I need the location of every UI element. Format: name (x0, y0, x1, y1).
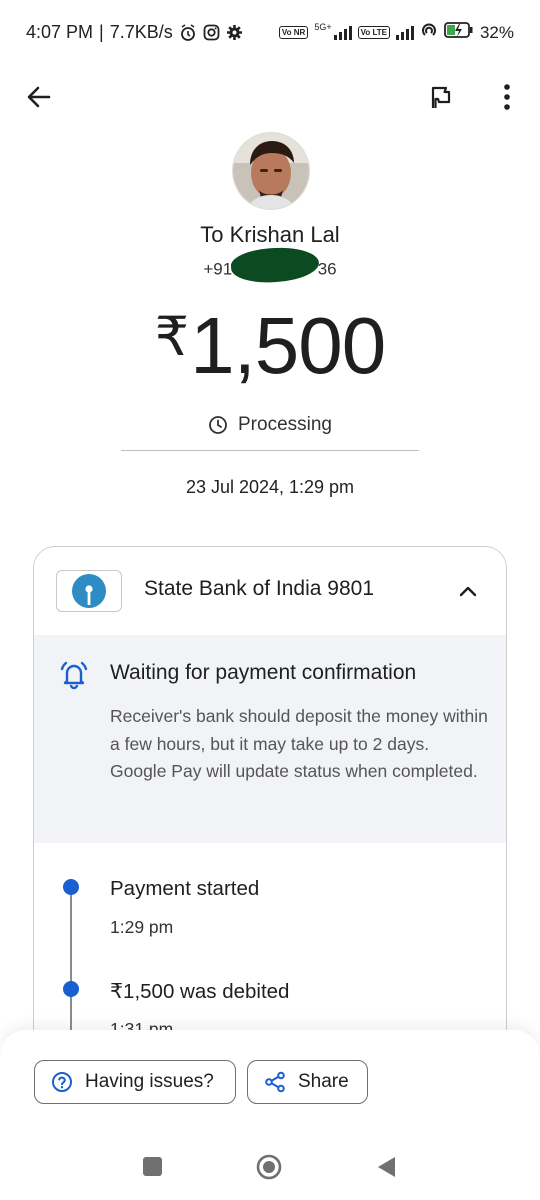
timeline-dot-debited (63, 981, 79, 997)
share-label: Share (298, 1071, 349, 1092)
nav-back-button[interactable] (375, 1155, 397, 1179)
bank-account-row[interactable]: State Bank of India 9801 (34, 547, 506, 636)
amount-value: 1,500 (190, 301, 386, 390)
timeline-step-title: Payment started (110, 877, 260, 900)
volte-badge-2: Vo LTE (357, 26, 390, 39)
chevron-up-icon[interactable] (454, 579, 482, 603)
phone-prefix: +91 (203, 259, 233, 279)
hotspot-icon (420, 22, 438, 43)
help-icon (52, 1072, 72, 1092)
battery-percent: 32% (479, 22, 514, 42)
nav-recents-button[interactable] (143, 1157, 162, 1176)
status-separator: | (99, 22, 104, 42)
timeline-dot-started (63, 879, 79, 895)
share-icon (265, 1071, 285, 1093)
flag-icon (431, 86, 451, 108)
nav-home-button[interactable] (256, 1154, 282, 1180)
share-button[interactable]: Share (247, 1060, 368, 1104)
settings-gear-icon (226, 24, 243, 41)
status-speed: 7.7KB/s (109, 22, 173, 42)
timeline-step-title: ₹1,500 was debited (110, 980, 290, 1003)
status-left: 4:07 PM | 7.7KB/s (26, 22, 243, 43)
status-time: 4:07 PM (26, 22, 94, 42)
status-text: Processing (238, 414, 332, 435)
back-button[interactable] (22, 80, 56, 114)
sbi-logo-icon (56, 570, 122, 612)
bank-account-name: State Bank of India 9801 (144, 577, 375, 600)
payment-amount: ₹1,500 (0, 300, 540, 392)
signal-bars-2-icon (395, 25, 414, 40)
having-issues-button[interactable]: Having issues? (34, 1060, 236, 1104)
recipient-phone: +91 36 (0, 244, 540, 286)
status-bar: 4:07 PM | 7.7KB/s Vo NR 5G+ Vo LTE 32% (0, 0, 540, 64)
network-type-label: 5G+ (314, 22, 332, 32)
payment-status: Processing (0, 414, 540, 436)
bell-icon (60, 661, 88, 690)
info-title: Waiting for payment confirmation (110, 661, 417, 684)
info-body: Receiver's bank should deposit the money… (110, 706, 488, 781)
recipient-avatar (232, 132, 310, 210)
more-vert-icon (504, 84, 510, 110)
report-flag-button[interactable] (426, 82, 456, 112)
back-arrow-icon (27, 86, 51, 108)
currency-symbol: ₹ (154, 307, 189, 367)
having-issues-label: Having issues? (85, 1071, 214, 1092)
phone-redaction (229, 244, 321, 286)
status-right: Vo NR 5G+ Vo LTE 32% (278, 22, 514, 43)
phone-suffix: 36 (317, 259, 337, 279)
recipient-name: To Krishan Lal (200, 222, 340, 247)
clock-icon (209, 416, 227, 434)
payment-details-card: State Bank of India 9801 Waiting for pay… (33, 546, 507, 1068)
instagram-icon (203, 24, 220, 41)
more-options-button[interactable] (492, 80, 522, 114)
payment-datetime: 23 Jul 2024, 1:29 pm (185, 477, 355, 497)
header-divider (121, 450, 419, 451)
timeline-step-time: 1:29 pm (110, 917, 174, 937)
alarm-icon (179, 23, 197, 42)
signal-bars-1-icon (333, 25, 352, 40)
battery-charging-icon (444, 22, 474, 43)
volte-badge-1: Vo NR (278, 26, 309, 39)
